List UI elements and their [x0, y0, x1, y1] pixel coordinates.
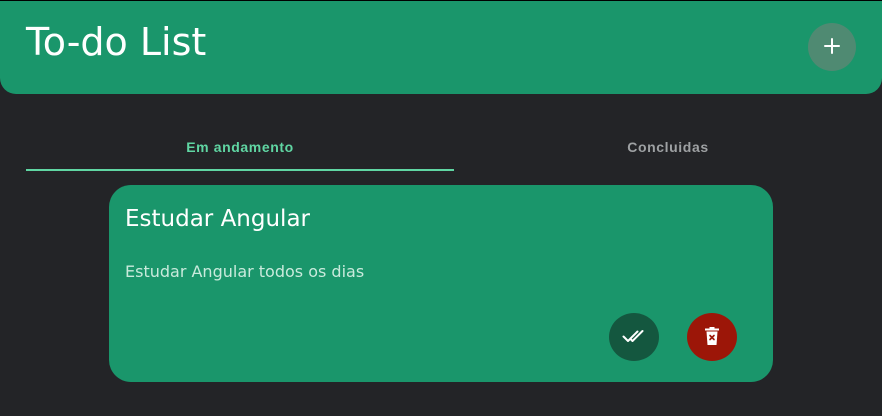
task-description: Estudar Angular todos os dias	[125, 262, 365, 281]
complete-task-button[interactable]	[609, 313, 659, 361]
active-tab-indicator	[26, 169, 454, 171]
tab-label: Concluidas	[627, 139, 709, 155]
plus-icon	[824, 37, 840, 57]
task-title: Estudar Angular	[125, 206, 310, 232]
tab-label: Em andamento	[186, 139, 294, 155]
tab-concluidas[interactable]: Concluidas	[454, 123, 882, 171]
trash-icon	[705, 326, 719, 348]
page-title: To-do List	[26, 20, 207, 64]
add-task-button[interactable]	[808, 23, 856, 71]
delete-task-button[interactable]	[687, 313, 737, 361]
app-header: To-do List	[0, 1, 882, 94]
double-check-icon	[622, 328, 646, 347]
tab-em-andamento[interactable]: Em andamento	[26, 123, 454, 171]
app-window: To-do List Em andamento Concluidas Estud…	[0, 0, 882, 416]
tab-bar: Em andamento Concluidas	[26, 123, 882, 171]
task-card: Estudar Angular Estudar Angular todos os…	[109, 185, 773, 382]
